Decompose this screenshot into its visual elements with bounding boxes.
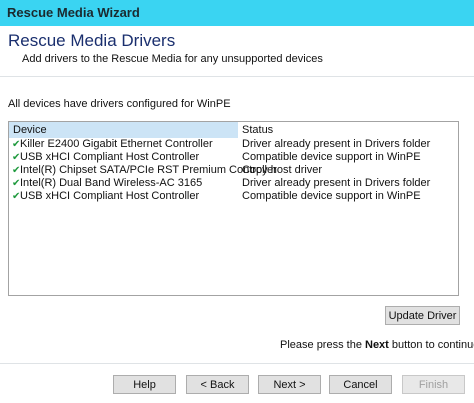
- device-status: Compatible device support in WinPE: [242, 190, 421, 202]
- column-header-status[interactable]: Status: [242, 122, 273, 138]
- finish-button[interactable]: Finish: [402, 375, 465, 394]
- footer-divider: [0, 363, 474, 364]
- header-divider: [0, 76, 474, 77]
- column-header-device[interactable]: Device: [9, 122, 238, 138]
- window-titlebar[interactable]: Rescue Media Wizard: [0, 0, 474, 26]
- device-name: USB xHCI Compliant Host Controller: [20, 190, 200, 202]
- instruction-prefix: Please press the: [280, 339, 365, 351]
- list-header: Device Status: [9, 122, 458, 138]
- instruction-text: Please press the Next button to continue…: [280, 339, 474, 351]
- list-item[interactable]: ✔ USB xHCI Compliant Host Controller Com…: [9, 190, 458, 203]
- cancel-button[interactable]: Cancel: [329, 375, 392, 394]
- help-button[interactable]: Help: [113, 375, 176, 394]
- list-item[interactable]: ✔ USB xHCI Compliant Host Controller Com…: [9, 151, 458, 164]
- device-name: USB xHCI Compliant Host Controller: [20, 151, 200, 163]
- device-status: Compatible device support in WinPE: [242, 151, 421, 163]
- info-text: All devices have drivers configured for …: [8, 98, 231, 110]
- back-button[interactable]: < Back: [186, 375, 249, 394]
- list-item[interactable]: ✔ Killer E2400 Gigabit Ethernet Controll…: [9, 138, 458, 151]
- window-title: Rescue Media Wizard: [7, 5, 140, 20]
- device-name: Intel(R) Chipset SATA/PCIe RST Premium C…: [20, 164, 277, 176]
- list-item[interactable]: ✔ Intel(R) Chipset SATA/PCIe RST Premium…: [9, 164, 458, 177]
- next-button[interactable]: Next >: [258, 375, 321, 394]
- instruction-emphasis: Next: [365, 339, 389, 351]
- device-name: Killer E2400 Gigabit Ethernet Controller: [20, 138, 213, 150]
- page-subtitle: Add drivers to the Rescue Media for any …: [22, 53, 323, 65]
- page-title: Rescue Media Drivers: [8, 31, 176, 50]
- instruction-suffix: button to continue.: [388, 339, 474, 351]
- device-list[interactable]: Device Status ✔ Killer E2400 Gigabit Eth…: [8, 121, 459, 296]
- list-item[interactable]: ✔ Intel(R) Dual Band Wireless-AC 3165 Dr…: [9, 177, 458, 190]
- update-driver-button[interactable]: Update Driver: [385, 306, 460, 325]
- device-status: Driver already present in Drivers folder: [242, 177, 431, 189]
- device-status: Driver already present in Drivers folder: [242, 138, 431, 150]
- device-name: Intel(R) Dual Band Wireless-AC 3165: [20, 177, 203, 189]
- device-status: Copy host driver: [242, 164, 323, 176]
